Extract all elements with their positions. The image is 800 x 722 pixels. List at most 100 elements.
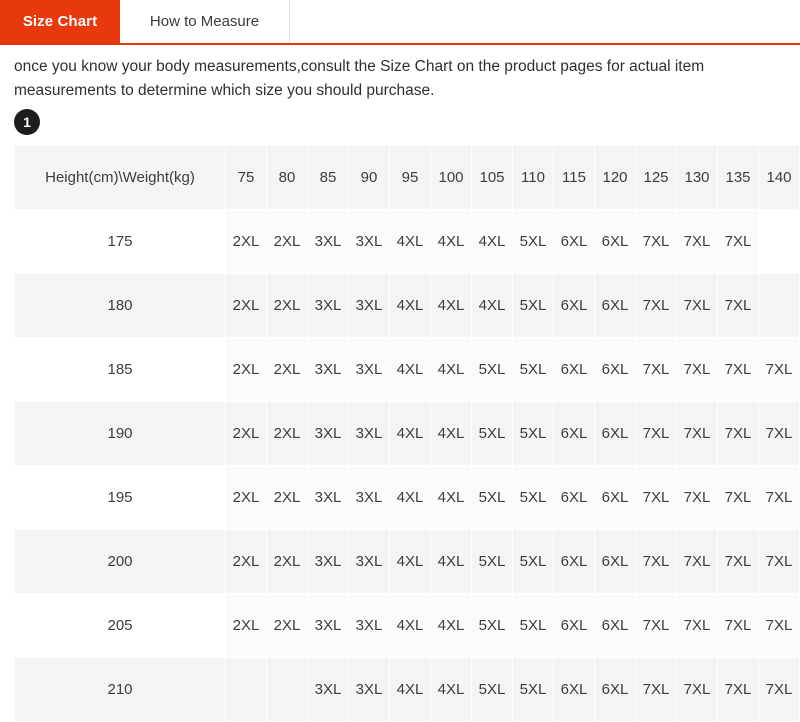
weight-header-cell: 135 (718, 146, 758, 210)
size-cell: 7XL (636, 466, 676, 530)
height-label-cell: 180 (15, 274, 225, 338)
weight-header-cell: 140 (759, 146, 799, 210)
size-cell: 6XL (595, 274, 635, 338)
size-cell: 3XL (308, 466, 348, 530)
size-cell: 3XL (349, 466, 389, 530)
size-cell: 3XL (349, 594, 389, 658)
size-cell: 7XL (677, 274, 717, 338)
size-cell: 7XL (759, 658, 799, 722)
intro-section: once you know your body measurements,con… (0, 45, 800, 103)
size-cell-empty (267, 658, 307, 722)
size-cell: 7XL (677, 402, 717, 466)
size-cell-empty (226, 658, 266, 722)
size-cell: 7XL (636, 338, 676, 402)
size-cell: 3XL (349, 338, 389, 402)
size-cell: 4XL (390, 338, 430, 402)
size-cell: 2XL (226, 274, 266, 338)
weight-header-cell: 90 (349, 146, 389, 210)
size-cell: 7XL (759, 594, 799, 658)
height-label-cell: 185 (15, 338, 225, 402)
size-cell: 6XL (554, 402, 594, 466)
weight-header-cell: 105 (472, 146, 512, 210)
height-label-cell: 175 (15, 210, 225, 274)
size-cell: 5XL (472, 658, 512, 722)
size-cell: 3XL (349, 274, 389, 338)
size-cell: 6XL (554, 274, 594, 338)
size-cell: 2XL (267, 274, 307, 338)
size-cell: 4XL (431, 274, 471, 338)
weight-header-cell: 95 (390, 146, 430, 210)
size-cell: 7XL (759, 466, 799, 530)
tab-size-chart[interactable]: Size Chart (0, 0, 120, 43)
size-cell-empty (759, 210, 799, 273)
tab-how-to-measure[interactable]: How to Measure (120, 0, 290, 43)
table-header-row: Height(cm)\Weight(kg) 75 80 85 90 95 100 105 11… (15, 146, 799, 210)
size-cell: 5XL (513, 402, 553, 466)
size-cell: 3XL (308, 210, 348, 274)
weight-header-cell: 75 (226, 146, 266, 210)
size-cell: 6XL (554, 210, 594, 274)
size-cell: 7XL (677, 658, 717, 722)
size-cell: 7XL (636, 210, 676, 274)
size-cell: 5XL (513, 466, 553, 530)
table-row: 175 2XL 2XL 3XL 3XL 4XL 4XL 4XL 5XL 6XL 6XL 7XL 7XL 7… (15, 210, 799, 274)
size-cell: 2XL (226, 594, 266, 658)
table-row: 180 2XL 2XL 3XL 3XL 4XL 4XL 4XL 5XL 6XL 6XL 7XL 7XL 7… (15, 274, 799, 338)
size-cell: 4XL (431, 466, 471, 530)
size-cell: 4XL (390, 402, 430, 466)
tab-how-to-measure-label: How to Measure (149, 13, 260, 30)
size-cell: 2XL (267, 210, 307, 274)
size-cell: 2XL (267, 594, 307, 658)
size-cell: 6XL (595, 530, 635, 594)
size-cell: 3XL (349, 210, 389, 274)
size-cell: 4XL (472, 210, 512, 274)
size-cell: 2XL (267, 530, 307, 594)
size-cell: 5XL (472, 530, 512, 594)
height-label-cell: 190 (15, 402, 225, 466)
size-cell: 3XL (349, 530, 389, 594)
size-cell: 7XL (677, 210, 717, 274)
size-cell-empty (759, 274, 799, 338)
size-cell: 3XL (308, 530, 348, 594)
size-cell: 4XL (472, 274, 512, 338)
size-cell: 7XL (718, 274, 758, 338)
table-row: 185 2XL 2XL 3XL 3XL 4XL 4XL 5XL 5XL 6XL 6XL 7XL 7XL 7… (15, 338, 799, 402)
size-cell: 7XL (718, 466, 758, 530)
size-cell: 7XL (677, 466, 717, 530)
size-cell: 5XL (513, 594, 553, 658)
size-cell: 2XL (267, 338, 307, 402)
size-chart-table: Height(cm)\Weight(kg) 75 80 85 90 95 100 105 11… (14, 145, 800, 722)
size-cell: 5XL (472, 338, 512, 402)
size-cell: 7XL (718, 210, 758, 274)
step-badge-row: 1 (0, 103, 800, 136)
corner-header-cell: Height(cm)\Weight(kg) (15, 146, 225, 210)
size-cell: 3XL (349, 658, 389, 722)
table-row: 200 2XL 2XL 3XL 3XL 4XL 4XL 5XL 5XL 6XL 6XL 7XL 7XL 7… (15, 530, 799, 594)
size-cell: 3XL (349, 402, 389, 466)
size-cell: 6XL (554, 658, 594, 722)
size-cell: 2XL (267, 402, 307, 466)
size-cell: 4XL (431, 530, 471, 594)
size-cell: 7XL (677, 338, 717, 402)
size-cell: 5XL (513, 274, 553, 338)
intro-text: once you know your body measurements,con… (14, 58, 705, 100)
size-cell: 3XL (308, 594, 348, 658)
weight-header-cell: 80 (267, 146, 307, 210)
table-row: 190 2XL 2XL 3XL 3XL 4XL 4XL 5XL 5XL 6XL 6XL 7XL 7XL 7… (15, 402, 799, 466)
weight-header-cell: 115 (554, 146, 594, 210)
height-label-cell: 205 (15, 594, 225, 658)
size-cell: 7XL (636, 530, 676, 594)
size-cell: 6XL (554, 530, 594, 594)
size-cell: 6XL (595, 594, 635, 658)
size-cell: 2XL (226, 466, 266, 530)
size-cell: 5XL (472, 466, 512, 530)
size-cell: 5XL (513, 658, 553, 722)
size-cell: 3XL (308, 402, 348, 466)
size-cell: 7XL (718, 338, 758, 402)
size-cell: 7XL (759, 402, 799, 466)
size-cell: 2XL (226, 210, 266, 274)
size-cell: 6XL (595, 402, 635, 466)
weight-header-cell: 85 (308, 146, 348, 210)
size-cell: 6XL (554, 594, 594, 658)
size-cell: 4XL (390, 274, 430, 338)
